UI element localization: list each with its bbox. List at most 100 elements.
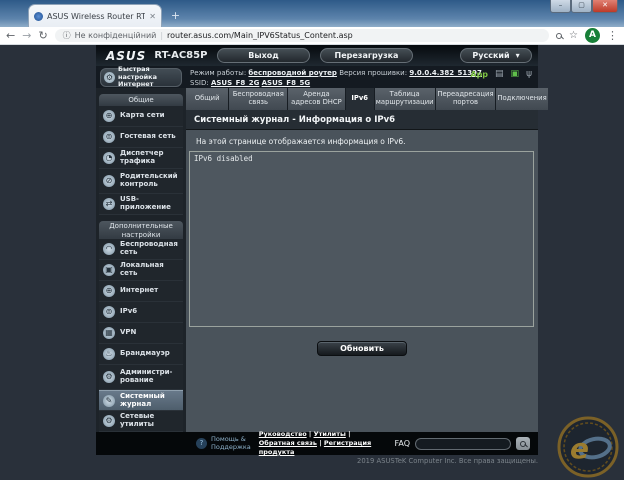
sidebar-item-network-tools[interactable]: ⚙ Сетевые утилиты — [99, 411, 183, 432]
sidebar-item-firewall[interactable]: ♨ Брандмауэр — [99, 344, 183, 365]
close-button[interactable]: ✕ — [592, 0, 618, 13]
chevron-down-icon: ▾ — [515, 51, 520, 60]
firmware-info: Режим работы: беспроводной роутер Версия… — [190, 68, 482, 88]
zoom-icon[interactable] — [556, 32, 563, 39]
tab-dhcp-leases[interactable]: Аренда адресов DHCP — [288, 88, 345, 110]
minimize-button[interactable]: – — [550, 0, 571, 13]
traffic-manager-icon: ◔ — [103, 152, 115, 164]
address-bar[interactable]: ⓘ Не конфіденційний | router.asus.com/Ma… — [54, 29, 550, 42]
network-tools-icon: ⚙ — [103, 415, 115, 427]
browser-toolbar: ← → ↻ ⓘ Не конфіденційний | router.asus.… — [0, 27, 624, 45]
info-icon[interactable]: ⓘ — [63, 30, 71, 41]
back-icon[interactable]: ← — [6, 30, 15, 41]
sidebar-item-wireless[interactable]: ◠ Беспроводная сеть — [99, 239, 183, 260]
url-text: router.asus.com/Main_IPV6Status_Content.… — [167, 31, 353, 40]
guest-network-icon: ⊚ — [103, 131, 115, 143]
favicon — [34, 11, 43, 21]
sidebar-item-lan[interactable]: ▣ Локальная сеть — [99, 260, 183, 281]
reload-icon[interactable]: ↻ — [38, 30, 47, 41]
tab-title: ASUS Wireless Router RT-AC85P — [47, 11, 146, 21]
app-link[interactable]: App — [470, 70, 488, 79]
forward-icon[interactable]: → — [22, 30, 31, 41]
browser-tab[interactable]: ASUS Wireless Router RT-AC85P ✕ — [28, 4, 162, 27]
tab-wireless-log[interactable]: Беспроводная связь — [229, 88, 288, 110]
sidebar-item-wan[interactable]: ⊕ Интернет — [99, 281, 183, 302]
language-label: Русский — [472, 51, 510, 60]
url-separator: | — [160, 31, 164, 40]
sidebar-item-guest-network[interactable]: ⊚ Гостевая сеть — [99, 127, 183, 148]
banner-icons: App ▤ ▣ ψ — [470, 70, 532, 80]
new-tab-button[interactable]: + — [168, 9, 183, 23]
sidebar: Общие ⊕ Карта сети ⊚ Гостевая сеть ◔ Дис… — [96, 88, 186, 432]
language-select[interactable]: Русский ▾ — [460, 48, 532, 63]
svg-text:e: e — [570, 432, 589, 465]
lan-icon: ▣ — [103, 264, 115, 276]
maximize-button[interactable]: ▢ — [571, 0, 592, 13]
firewall-icon: ♨ — [103, 348, 115, 360]
copyright-text: 2019 ASUSTeK Computer Inc. Все права защ… — [357, 457, 538, 465]
faq-search: FAQ — [395, 437, 530, 450]
wan-icon: ⊕ — [103, 285, 115, 297]
quick-setup-icon: ⚙ — [104, 72, 115, 83]
mode-label: Режим работы: — [190, 69, 247, 77]
system-log-icon: ✎ — [103, 394, 115, 407]
browser-titlebar: ASUS Wireless Router RT-AC85P ✕ + – ▢ ✕ — [0, 0, 624, 27]
sidebar-item-vpn[interactable]: ▦ VPN — [99, 323, 183, 344]
page-title: Системный журнал - Информация о IPv6 — [186, 110, 538, 130]
usb-icon[interactable]: ψ — [526, 70, 532, 79]
sidebar-item-administration[interactable]: ⚙ Администри-рование — [99, 365, 183, 390]
help-support[interactable]: ? Помощь & Поддержка — [196, 434, 251, 452]
tab-port-forwarding[interactable]: Переадресация портов — [435, 88, 496, 110]
tab-connections[interactable]: Подключения — [496, 88, 548, 110]
admin-icon: ⚙ — [103, 371, 115, 383]
mode-link[interactable]: беспроводной роутер — [248, 69, 337, 77]
utilities-link[interactable]: Утилиты — [314, 430, 346, 438]
page-description: На этой странице отображается информация… — [196, 137, 406, 146]
ipv6-log-textarea[interactable]: IPv6 disabled — [189, 151, 534, 327]
sidebar-item-usb-application[interactable]: ⇄ USB-приложение — [99, 194, 183, 215]
ssid-2g-link[interactable]: ASUS_F8_2G — [211, 79, 259, 87]
help-icon: ? — [196, 438, 207, 449]
profile-avatar[interactable]: A — [585, 28, 600, 43]
sidebar-item-parental-control[interactable]: ⊘ Родительский контроль — [99, 169, 183, 194]
sidebar-item-network-map[interactable]: ⊕ Карта сети — [99, 106, 183, 127]
status-banner: ⚙ Быстрая настройка Интернет Режим работ… — [96, 65, 538, 88]
feedback-link[interactable]: Обратная связь — [259, 439, 317, 447]
usb-app-icon: ⇄ — [103, 198, 115, 210]
manual-link[interactable]: Руководство — [259, 430, 307, 438]
tab-general[interactable]: Общий — [186, 88, 229, 110]
fw-label: Версия прошивки: — [339, 69, 408, 77]
wireless-icon: ◠ — [103, 243, 115, 255]
tab-close-icon[interactable]: ✕ — [149, 12, 156, 21]
chat-icon[interactable]: ▣ — [511, 70, 520, 79]
network-map-icon: ⊕ — [103, 110, 115, 122]
router-footer: ? Помощь & Поддержка Руководство | Утили… — [96, 430, 538, 456]
asus-logo: ASUS — [106, 48, 147, 63]
reboot-button[interactable]: Перезагрузка — [320, 48, 413, 63]
logout-button[interactable]: Выход — [217, 48, 310, 63]
sidebar-item-system-log[interactable]: ✎ Системный журнал — [99, 390, 183, 411]
vpn-icon: ▦ — [103, 327, 115, 339]
quick-setup-button[interactable]: ⚙ Быстрая настройка Интернет — [100, 65, 182, 88]
sidebar-item-traffic-manager[interactable]: ◔ Диспетчер трафика — [99, 148, 183, 169]
faq-search-button[interactable] — [516, 437, 530, 450]
search-icon — [520, 440, 526, 447]
sidebar-item-ipv6[interactable]: ⊚ IPv6 — [99, 302, 183, 323]
security-label: Не конфіденційний — [74, 31, 157, 40]
faq-input[interactable] — [415, 437, 511, 450]
bookmark-star-icon[interactable]: ☆ — [569, 30, 578, 41]
tab-ipv6[interactable]: IPv6 — [345, 88, 374, 110]
router-model: RT-AC85P — [154, 50, 208, 61]
watermark-logo: e — [557, 416, 619, 478]
sidebar-section-general: Общие — [99, 94, 183, 106]
content-panel: Системный журнал - Информация о IPv6 На … — [186, 110, 538, 432]
refresh-button[interactable]: Обновить — [317, 341, 407, 356]
ssid-5g-link[interactable]: ASUS_F8_5G — [262, 79, 310, 87]
printer-icon[interactable]: ▤ — [495, 70, 504, 79]
window-controls: – ▢ ✕ — [550, 0, 618, 13]
footer-links: Руководство | Утилиты | Обратная связь |… — [258, 430, 372, 456]
tab-routing-table[interactable]: Таблица маршрутизации — [374, 88, 435, 110]
browser-menu-icon[interactable]: ⋮ — [607, 29, 618, 42]
help-label: Помощь & Поддержка — [211, 434, 251, 451]
router-admin-page: ASUS RT-AC85P Выход Перезагрузка Русский… — [96, 45, 548, 456]
